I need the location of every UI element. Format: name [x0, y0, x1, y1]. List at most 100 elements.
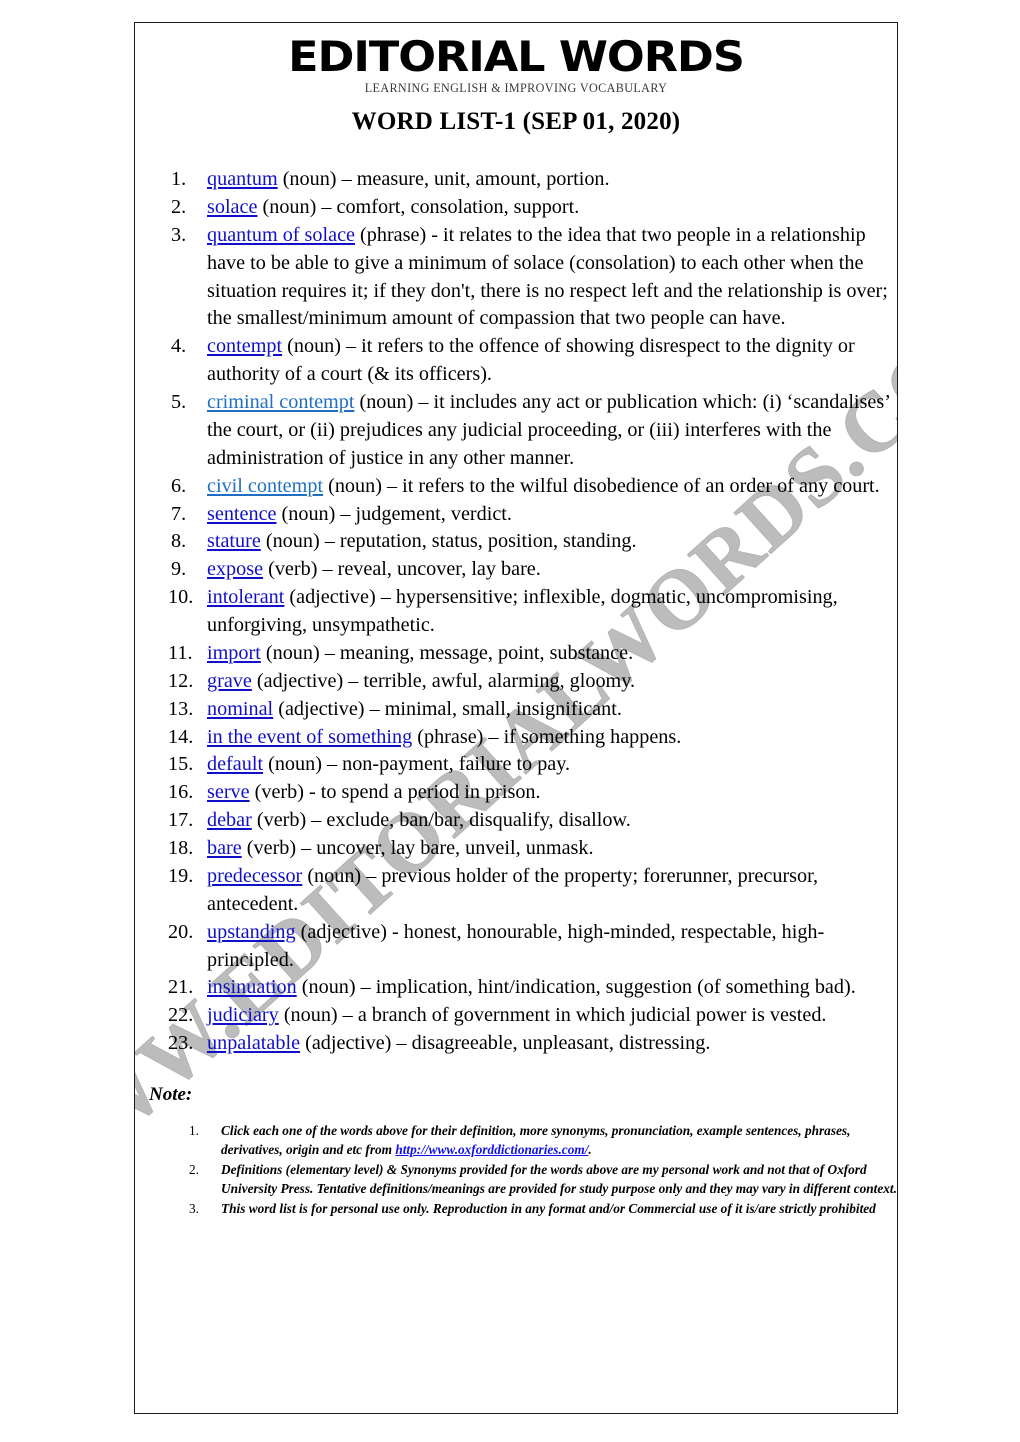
masthead: EDITORIAL WORDS LEARNING ENGLISH & IMPRO… — [135, 23, 897, 136]
word-definition: (adjective) - honest, honourable, high-m… — [207, 920, 825, 971]
word-term-link[interactable]: quantum — [207, 168, 278, 190]
word-definition: (noun) – measure, unit, amount, portion. — [277, 168, 610, 191]
word-list-item: 8. stature (noun) – reputation, status, p… — [135, 528, 897, 556]
word-list-item: 12. grave (adjective) – terrible, awful, … — [135, 668, 897, 696]
word-list-item-number: 14. — [168, 725, 194, 748]
word-term-link[interactable]: default — [207, 753, 263, 775]
word-definition: (adjective) – disagreeable, unpleasant, … — [300, 1032, 711, 1055]
word-term-link[interactable]: intolerant — [207, 586, 284, 608]
word-term-link[interactable]: bare — [207, 837, 242, 859]
note-list-item: 3. This word list is for personal use onl… — [149, 1200, 897, 1219]
note-item-number: 3. — [189, 1200, 199, 1216]
note-item-number: 1. — [189, 1123, 199, 1139]
word-list-item: 7. sentence (noun) – judgement, verdict. — [135, 501, 897, 529]
word-term-link[interactable]: predecessor — [207, 865, 302, 887]
word-list-item: 6. civil contempt (noun) – it refers to t… — [135, 473, 897, 501]
word-term-link[interactable]: import — [207, 642, 261, 664]
word-list-item: 23. unpalatable (adjective) – disagreeabl… — [135, 1030, 897, 1058]
word-list-item: 15. default (noun) – non-payment, failure… — [135, 751, 897, 779]
word-term-link[interactable]: grave — [207, 670, 252, 692]
word-definition: (verb) – exclude, ban/bar, disqualify, d… — [251, 809, 631, 832]
word-list-item-number: 18. — [168, 837, 194, 860]
word-list-item: 3. quantum of solace (phrase) - it relate… — [135, 222, 897, 334]
word-term-link[interactable]: serve — [207, 781, 250, 803]
word-list-item-number: 5. — [171, 391, 187, 414]
word-definition: (verb) - to spend a period in prison. — [249, 781, 541, 804]
word-list-item-number: 7. — [171, 502, 187, 525]
word-list-item: 4. contempt (noun) – it refers to the off… — [135, 333, 897, 389]
word-list-item: 19. predecessor (noun) – previous holder … — [135, 863, 897, 919]
word-list-item-number: 20. — [168, 920, 194, 943]
word-term-link[interactable]: contempt — [207, 335, 282, 357]
word-list-item-number: 16. — [168, 781, 194, 804]
word-list-item-number: 15. — [168, 753, 194, 776]
word-term-link[interactable]: upstanding — [207, 921, 296, 943]
word-definition: (phrase) – if something happens. — [412, 725, 682, 748]
note-list-item: 2. Definitions (elementary level) & Synon… — [149, 1161, 897, 1199]
word-definition: (verb) – uncover, lay bare, unveil, unma… — [241, 837, 594, 860]
word-definition: (noun) – it refers to the offence of sho… — [207, 335, 855, 386]
word-list-item: 14. in the event of something (phrase) – … — [135, 724, 897, 752]
word-definition: (noun) – non-payment, failure to pay. — [263, 753, 571, 776]
word-list-item: 5. criminal contempt (noun) – it includes… — [135, 389, 897, 473]
word-definition: (adjective) – minimal, small, insignific… — [273, 697, 622, 720]
word-definition: (noun) – a branch of government in which… — [278, 1004, 827, 1027]
word-list-item: 11. import (noun) – meaning, message, poi… — [135, 640, 897, 668]
word-definition: (noun) – meaning, message, point, substa… — [260, 641, 634, 664]
word-list-item: 20. upstanding (adjective) - honest, hono… — [135, 919, 897, 975]
word-list-item: 1. quantum (noun) – measure, unit, amount… — [135, 166, 897, 194]
word-list-item: 17. debar (verb) – exclude, ban/bar, disq… — [135, 807, 897, 835]
word-list-item-number: 1. — [171, 168, 187, 191]
word-list-item: 2. solace (noun) – comfort, consolation, … — [135, 194, 897, 222]
word-definition: (noun) – implication, hint/indication, s… — [296, 976, 856, 999]
word-term-link[interactable]: unpalatable — [207, 1032, 300, 1054]
word-term-link[interactable]: quantum of solace — [207, 224, 355, 246]
word-list-item: 9. expose (verb) – reveal, uncover, lay b… — [135, 556, 897, 584]
word-list-item-number: 12. — [168, 669, 194, 692]
word-list-item: 10. intolerant (adjective) – hypersensiti… — [135, 584, 897, 640]
word-list-item-number: 2. — [171, 195, 187, 218]
word-list-item-number: 17. — [168, 809, 194, 832]
word-definition: (noun) – judgement, verdict. — [276, 502, 512, 525]
note-section: Note: 1. Click each one of the words abov… — [135, 1084, 897, 1218]
page-content: EDITORIAL WORDS LEARNING ENGLISH & IMPRO… — [135, 23, 897, 1218]
word-term-link[interactable]: debar — [207, 809, 252, 831]
word-term-link[interactable]: sentence — [207, 503, 277, 525]
note-label: Note: — [149, 1084, 193, 1106]
word-list-item-number: 11. — [168, 641, 193, 664]
word-definition: (adjective) – hypersensitive; inflexible… — [207, 586, 838, 637]
word-term-link[interactable]: insinuation — [207, 976, 297, 998]
word-term-link[interactable]: in the event of something — [207, 726, 412, 748]
word-list-item-number: 6. — [171, 474, 187, 497]
word-term-link[interactable]: judiciary — [207, 1004, 279, 1026]
word-definition: (verb) – reveal, uncover, lay bare. — [263, 558, 541, 581]
word-list-item-number: 10. — [168, 586, 194, 609]
word-definition: (noun) – reputation, status, position, s… — [260, 530, 637, 553]
word-term-link[interactable]: civil contempt — [207, 475, 323, 497]
word-list-item-number: 19. — [168, 864, 194, 887]
word-definition: (noun) – comfort, consolation, support. — [257, 195, 580, 218]
word-list-item-number: 23. — [168, 1032, 194, 1055]
word-list-item-number: 4. — [171, 335, 187, 358]
note-item-text: This word list is for personal use only.… — [221, 1200, 876, 1216]
word-list-item: 13. nominal (adjective) – minimal, small,… — [135, 696, 897, 724]
note-list: 1. Click each one of the words above for … — [149, 1122, 897, 1218]
note-list-item: 1. Click each one of the words above for … — [149, 1122, 897, 1160]
word-list-item: 16. serve (verb) - to spend a period in p… — [135, 779, 897, 807]
brand-name: EDITORIAL WORDS — [288, 32, 745, 81]
word-list-item-number: 3. — [171, 223, 187, 246]
brand-tagline: LEARNING ENGLISH & IMPROVING VOCABULARY — [364, 81, 668, 96]
word-list-item-number: 13. — [168, 697, 194, 720]
word-definition: (noun) – it refers to the wilful disobed… — [323, 474, 880, 497]
word-term-link[interactable]: expose — [207, 558, 263, 580]
word-term-link[interactable]: stature — [207, 530, 261, 552]
word-list-item-number: 22. — [168, 1004, 194, 1027]
word-list: 1. quantum (noun) – measure, unit, amount… — [135, 166, 897, 1058]
note-item-text: Definitions (elementary level) & Synonym… — [221, 1161, 897, 1196]
word-list-item: 18. bare (verb) – uncover, lay bare, unve… — [135, 835, 897, 863]
word-list-item-number: 21. — [168, 976, 194, 999]
word-term-link[interactable]: nominal — [207, 698, 273, 720]
word-term-link[interactable]: criminal contempt — [207, 391, 354, 413]
word-term-link[interactable]: solace — [207, 196, 257, 218]
note-url-link[interactable]: http://www.oxforddictionaries.com/ — [395, 1142, 588, 1157]
